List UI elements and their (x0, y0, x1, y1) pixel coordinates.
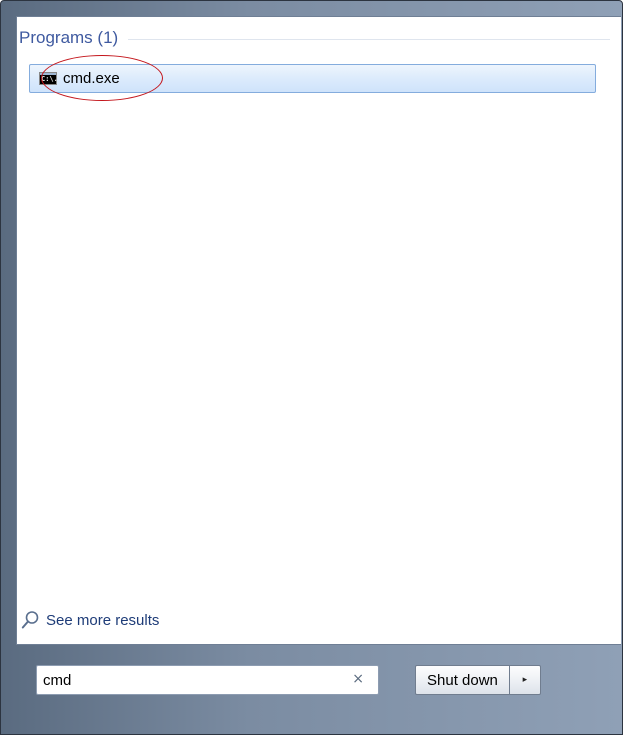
magnifier-icon (21, 611, 39, 629)
search-results-pane (16, 16, 621, 645)
power-controls: Shut down ▸ (415, 665, 541, 695)
shut-down-button[interactable]: Shut down (415, 665, 510, 695)
search-box[interactable]: × (36, 665, 379, 695)
see-more-results-link[interactable]: See more results (21, 610, 159, 630)
search-input[interactable] (43, 671, 333, 689)
group-title: Programs (1) (19, 28, 119, 47)
power-options-arrow-icon[interactable]: ▸ (509, 665, 541, 695)
result-item-cmd[interactable]: C:\. cmd.exe (29, 64, 596, 93)
group-divider (128, 38, 610, 40)
result-item-label: cmd.exe (63, 70, 120, 87)
command-prompt-icon: C:\. (39, 72, 58, 85)
start-menu: Programs (1) C:\. cmd.exe See more resul… (0, 0, 623, 735)
programs-group-header: Programs (1) (19, 26, 610, 50)
command-prompt-icon-text: C:\. (41, 75, 58, 83)
clear-search-icon[interactable]: × (352, 671, 364, 687)
see-more-label: See more results (46, 611, 160, 629)
